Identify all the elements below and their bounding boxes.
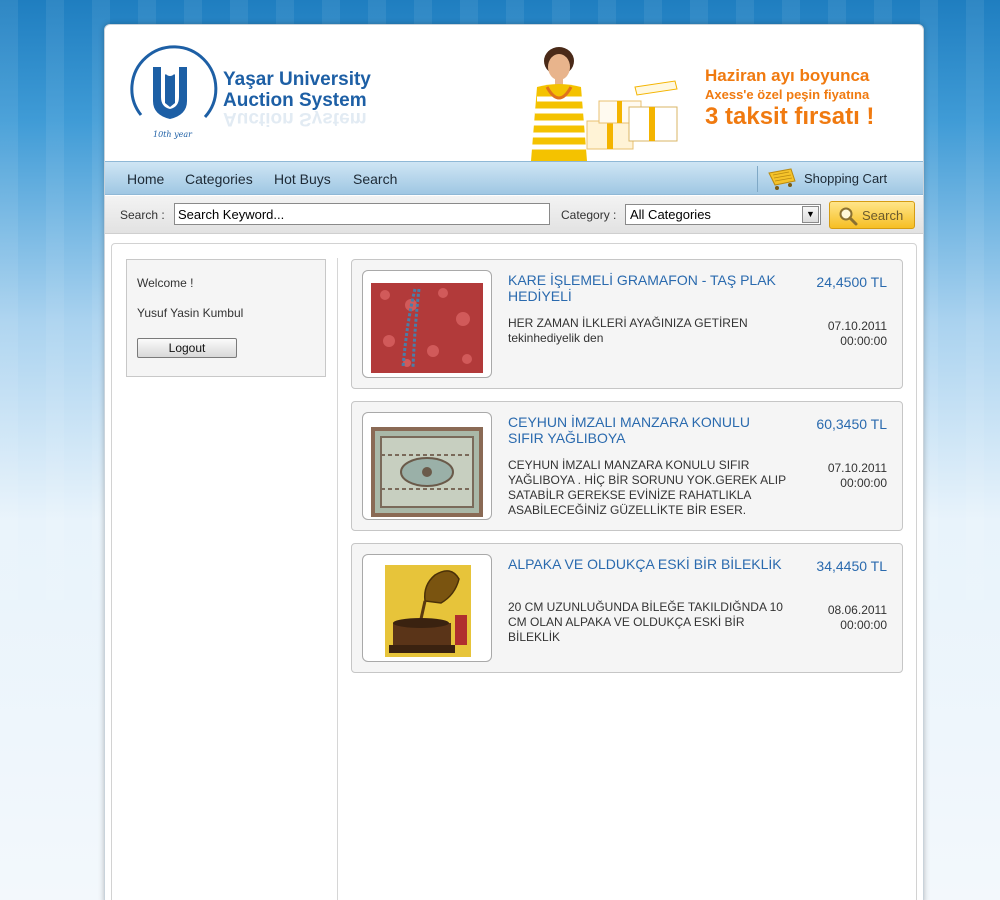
item-thumbnail[interactable] <box>362 412 492 520</box>
search-bar: Search : Category : All Categories ▼ Sea… <box>105 196 923 234</box>
item-end-date: 08.06.2011 00:00:00 <box>792 603 887 633</box>
shopping-cart-link[interactable]: Shopping Cart <box>804 171 887 186</box>
page-container: 10th year Yaşar University Auction Syste… <box>104 24 924 900</box>
brand-reflection: Auction System <box>223 111 367 129</box>
item-title[interactable]: CEYHUN İMZALI MANZARA KONULU SIFIR YAĞLI… <box>508 414 788 446</box>
nav-search[interactable]: Search <box>353 171 397 187</box>
promo-line-2: Axess'e özel peşin fiyatına <box>705 87 870 102</box>
search-label: Search : <box>120 208 165 222</box>
rug-painting-image <box>371 427 483 517</box>
promo-line-3: 3 taksit fırsatı ! <box>705 103 875 130</box>
item-end-date: 07.10.2011 00:00:00 <box>792 319 887 349</box>
nav-divider <box>757 166 758 192</box>
gramophone-image <box>385 565 471 657</box>
logout-button[interactable]: Logout <box>137 338 237 358</box>
item-time: 00:00:00 <box>840 334 887 348</box>
item-date: 08.06.2011 <box>827 603 887 617</box>
user-name: Yusuf Yasin Kumbul <box>137 306 244 320</box>
category-label: Category : <box>561 208 617 222</box>
logo-caption: 10th year <box>153 130 193 139</box>
welcome-panel: Welcome ! Yusuf Yasin Kumbul Logout <box>126 259 326 377</box>
item-date: 07.10.2011 <box>827 461 887 475</box>
search-input[interactable] <box>174 203 550 225</box>
category-select[interactable]: All Categories ▼ <box>625 204 821 225</box>
main-nav: Home Categories Hot Buys Search Shopping… <box>105 161 923 195</box>
university-logo[interactable]: 10th year <box>123 45 218 145</box>
promo-line-1: Haziran ayı boyunca <box>705 66 870 85</box>
item-thumbnail[interactable] <box>362 270 492 378</box>
item-price: 24,4500 TL <box>816 274 887 290</box>
shopping-cart-icon[interactable] <box>767 167 797 191</box>
nav-home[interactable]: Home <box>127 171 164 187</box>
item-date: 07.10.2011 <box>827 319 887 333</box>
auction-item[interactable]: ALPAKA VE OLDUKÇA ESKİ BİR BİLEKLİK 20 C… <box>351 543 903 673</box>
item-time: 00:00:00 <box>840 618 887 632</box>
magnifier-icon <box>839 207 858 226</box>
main-content: Welcome ! Yusuf Yasin Kumbul Logout KARE… <box>111 243 917 900</box>
necklace-image <box>371 283 483 373</box>
search-button-label: Search <box>862 208 904 223</box>
search-button[interactable]: Search <box>829 201 915 229</box>
brand-line-1: Yaşar University <box>223 69 371 90</box>
auction-item[interactable]: KARE İŞLEMELİ GRAMAFON - TAŞ PLAK HEDİYE… <box>351 259 903 389</box>
item-description: 20 CM UZUNLUĞUNDA BİLEĞE TAKILDIĞNDA 10 … <box>508 600 783 644</box>
brand-line-2: Auction System <box>223 90 367 111</box>
item-time: 00:00:00 <box>840 476 887 490</box>
promo-woman-with-gifts-image[interactable] <box>517 47 687 161</box>
sidebar-divider <box>337 258 338 900</box>
item-title[interactable]: KARE İŞLEMELİ GRAMAFON - TAŞ PLAK HEDİYE… <box>508 272 788 304</box>
category-selected-value: All Categories <box>630 207 711 222</box>
welcome-text: Welcome ! <box>137 276 194 290</box>
promo-banner[interactable]: Haziran ayı boyunca Axess'e özel peşin f… <box>705 65 874 132</box>
item-end-date: 07.10.2011 00:00:00 <box>792 461 887 491</box>
chevron-down-icon[interactable]: ▼ <box>802 206 819 223</box>
item-description: CEYHUN İMZALI MANZARA KONULU SIFIR YAĞLI… <box>508 458 786 517</box>
nav-hot-buys[interactable]: Hot Buys <box>274 171 331 187</box>
header: 10th year Yaşar University Auction Syste… <box>105 25 923 161</box>
item-price: 34,4450 TL <box>816 558 887 574</box>
logo-emblem-icon: 10th year <box>130 45 218 139</box>
nav-categories[interactable]: Categories <box>185 171 253 187</box>
item-title[interactable]: ALPAKA VE OLDUKÇA ESKİ BİR BİLEKLİK <box>508 556 788 572</box>
auction-item[interactable]: CEYHUN İMZALI MANZARA KONULU SIFIR YAĞLI… <box>351 401 903 531</box>
brand-title: Yaşar University Auction System Auction … <box>223 69 371 129</box>
item-description: HER ZAMAN İLKLERİ AYAĞINIZA GETİREN teki… <box>508 316 748 345</box>
item-price: 60,3450 TL <box>816 416 887 432</box>
item-thumbnail[interactable] <box>362 554 492 662</box>
